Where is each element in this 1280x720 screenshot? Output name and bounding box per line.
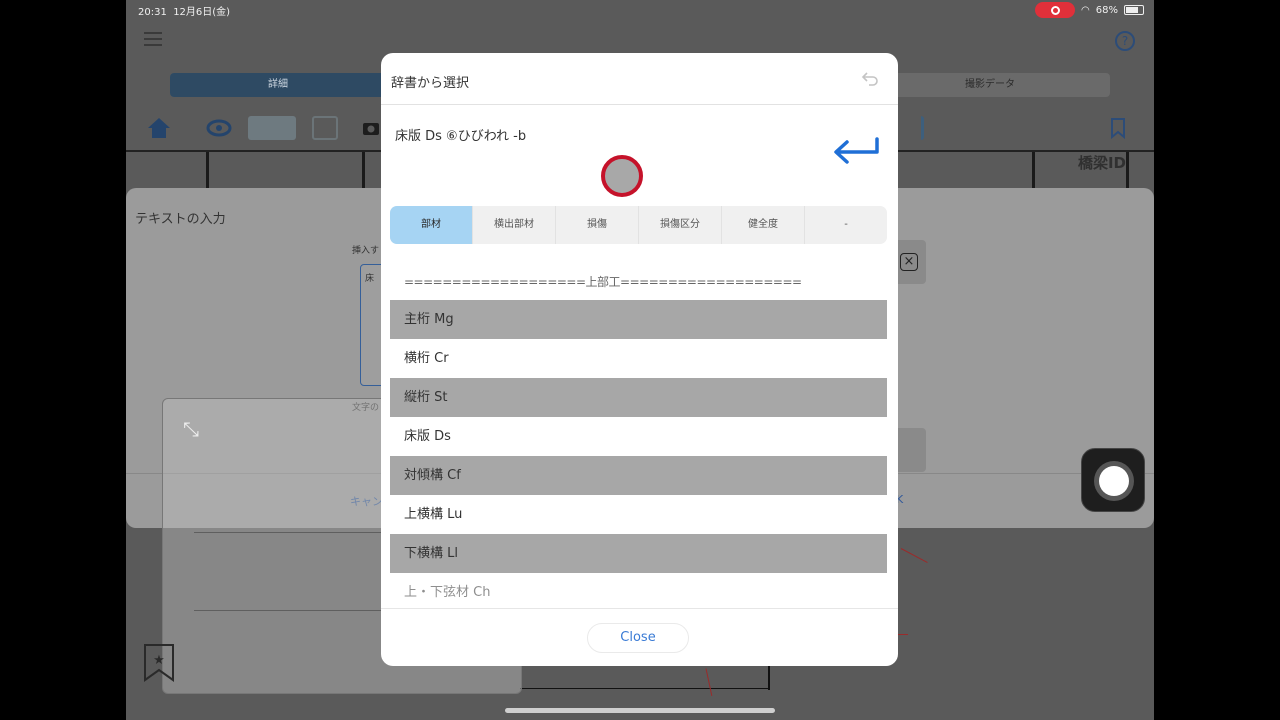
category-tabs: 部材 横出部材 損傷 損傷区分 健全度 - [390,206,887,244]
redo-icon[interactable] [898,116,924,140]
eye-icon[interactable] [206,116,232,140]
bookmark-star-icon[interactable]: ★ [142,642,176,684]
menu-icon[interactable] [144,32,162,46]
text-panel-title: テキストの入力 [135,212,226,227]
dictionary-dialog: 辞書から選択 床版 Ds ⑥ひびわれ -b 部材 横出部材 損傷 損傷区分 健全… [381,53,898,666]
font-stepper[interactable] [894,428,926,472]
list-item[interactable]: 対傾構 Cf [390,456,887,495]
screen-recording-icon[interactable] [1035,2,1076,18]
tab-damage[interactable]: 損傷 [556,206,639,244]
undo-icon[interactable] [860,69,880,89]
section-header: ===================上部工==================… [404,275,802,289]
status-time: 20:31 [138,7,167,18]
tab-soundness[interactable]: 健全度 [722,206,805,244]
bookmark-toolbar-icon[interactable] [1110,116,1126,140]
list-item[interactable]: 縦桁 St [390,378,887,417]
dialog-title: 辞書から選択 [391,76,470,91]
return-arrow-icon[interactable] [831,137,883,167]
expand-icon[interactable]: ⤡ [179,417,203,441]
tab-member[interactable]: 部材 [390,206,473,244]
insert-label: 挿入す [352,246,380,256]
clear-icon[interactable]: × [894,240,926,284]
grid-tool-icon[interactable] [248,116,296,140]
tab-damage-class[interactable]: 損傷区分 [639,206,722,244]
dictionary-list: 主桁 Mg 横桁 Cr 縦桁 St 床版 Ds 対傾構 Cf 上横構 Lu 下横構 Ll 上・… [390,300,887,600]
list-item[interactable]: 上・下弦材 Ch [390,573,887,600]
list-item[interactable]: 主桁 Mg [390,300,887,339]
tab-other[interactable]: - [805,206,887,244]
svg-text:★: ★ [153,653,165,668]
text-field-value: 床 [365,274,375,284]
battery-percent: 68% [1095,4,1118,16]
camera-icon[interactable] [362,116,380,140]
status-bar: 20:31 12月6日(金) ◠ 68% [126,0,1154,20]
list-item[interactable]: 横桁 Cr [390,339,887,378]
help-icon[interactable]: ? [1115,31,1135,51]
battery-icon [1124,5,1144,15]
bg-tab-details[interactable]: 詳細 [170,73,386,97]
ipad-screen: 20:31 12月6日(金) ◠ 68% ? 詳細 撮影データ 橋梁ID テキス… [126,0,1154,720]
dialog-header: 辞書から選択 [381,53,898,105]
close-button[interactable]: Close [587,623,689,653]
home-indicator[interactable] [505,708,775,713]
home-icon[interactable] [146,116,172,140]
bg-tab-photo-data[interactable]: 撮影データ [870,73,1110,97]
list-item[interactable]: 床版 Ds [390,417,887,456]
crop-tool-icon[interactable] [312,116,338,140]
wifi-icon: ◠ [1081,4,1090,16]
assistive-touch-button[interactable] [1081,448,1145,512]
list-item[interactable]: 下横構 Ll [390,534,887,573]
touch-indicator [601,155,643,197]
bridge-id-header: 橋梁ID [1077,154,1126,172]
dialog-footer: Close [381,608,898,666]
list-item[interactable]: 上横構 Lu [390,495,887,534]
tab-sub-member[interactable]: 横出部材 [473,206,556,244]
status-date: 12月6日(金) [173,7,231,18]
selected-text-preview: 床版 Ds ⑥ひびわれ -b [395,129,527,144]
